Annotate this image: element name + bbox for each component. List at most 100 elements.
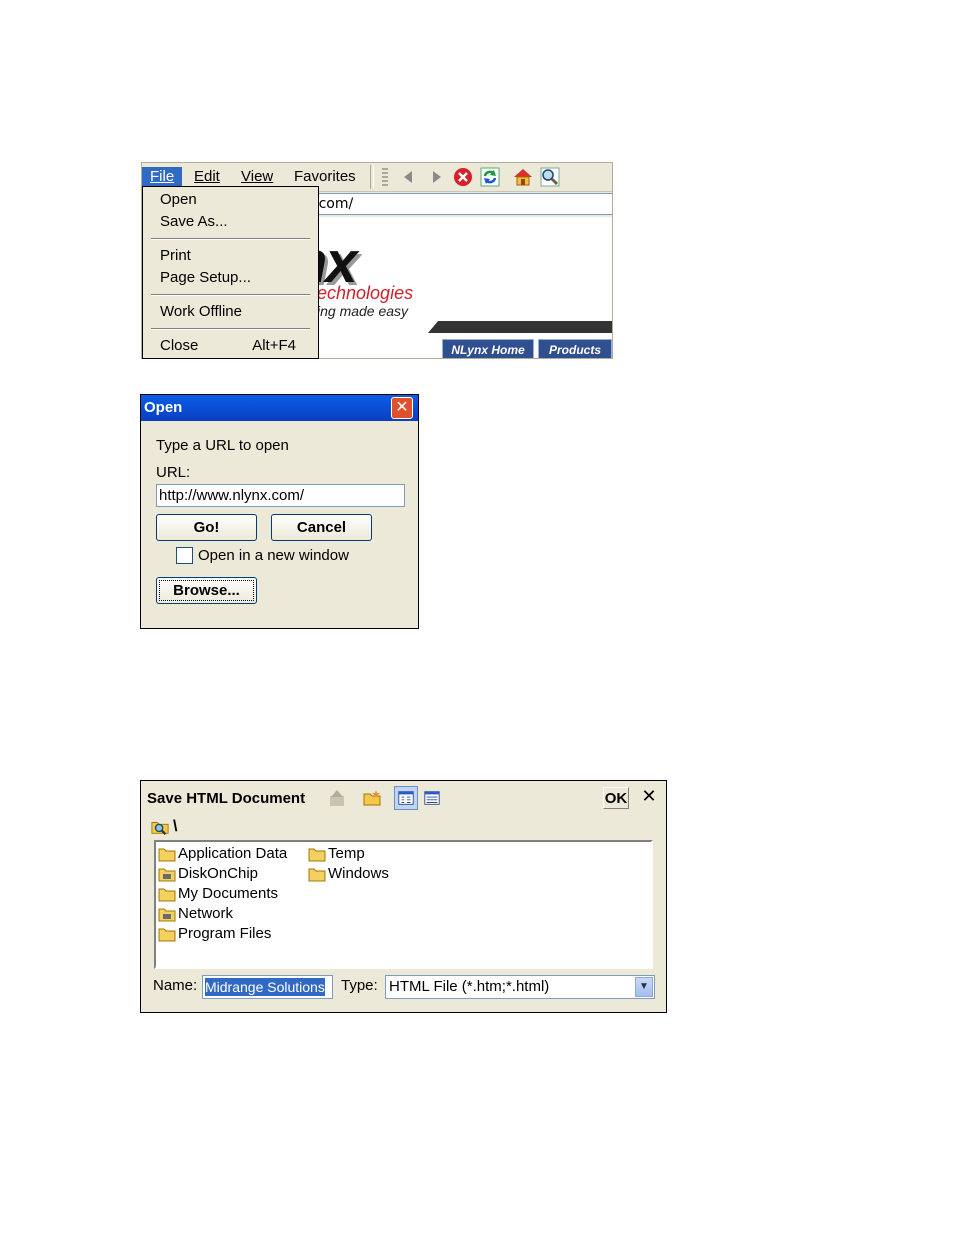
- file-menu-close-label: Close: [160, 337, 199, 354]
- back-icon: [404, 171, 412, 183]
- list-item-label: My Documents: [178, 885, 279, 902]
- file-menu-page-setup[interactable]: Page Setup...: [160, 268, 310, 288]
- ok-button[interactable]: OK: [603, 787, 629, 809]
- file-menu-close-shortcut: Alt+F4: [252, 337, 296, 354]
- name-input-value: Midrange Solutions: [205, 978, 325, 996]
- list-item-label: DiskOnChip: [178, 865, 259, 882]
- site-logo-tagline: ing made easy: [317, 303, 409, 319]
- close-icon: ✕: [641, 786, 657, 807]
- menu-favorites-label: Favorites: [294, 168, 356, 185]
- save-dialog-title: Save HTML Document: [147, 790, 306, 807]
- new-folder-icon: [363, 790, 381, 806]
- file-menu-open[interactable]: Open: [160, 190, 310, 210]
- list-item-label: Temp: [328, 845, 365, 862]
- explore-folder-icon: [151, 822, 169, 835]
- cancel-button[interactable]: Cancel: [271, 514, 372, 541]
- menu-favorites[interactable]: Favorites: [286, 167, 364, 187]
- type-label: Type:: [341, 977, 378, 994]
- list-item[interactable]: Program Files: [158, 924, 271, 944]
- file-menu-print-label: Print: [160, 247, 191, 264]
- site-logo-subtitle: echnologies: [317, 283, 414, 303]
- list-item[interactable]: Windows: [308, 864, 389, 884]
- menu-edit-label: Edit: [194, 168, 220, 185]
- file-menu-save-as[interactable]: Save As...: [160, 212, 310, 232]
- list-item[interactable]: DiskOnChip: [158, 864, 258, 884]
- file-menu-save-as-label: Save As...: [160, 213, 228, 230]
- open-dialog-title: Open: [144, 399, 183, 416]
- site-banner-swoosh: [428, 321, 612, 333]
- file-menu-open-label: Open: [160, 191, 197, 208]
- file-list[interactable]: Application Data DiskOnChip My Documents…: [154, 840, 653, 969]
- storage-folder-icon: [158, 868, 176, 882]
- forward-icon: [433, 171, 441, 183]
- name-input[interactable]: Midrange Solutions: [202, 975, 333, 999]
- list-item[interactable]: Network: [158, 904, 233, 924]
- stop-icon: [454, 168, 472, 186]
- list-view-button[interactable]: [394, 786, 418, 810]
- open-dialog-prompt: Type a URL to open: [156, 437, 289, 454]
- list-item[interactable]: Application Data: [158, 844, 287, 864]
- up-folder-icon: [330, 790, 344, 806]
- refresh-button[interactable]: [479, 166, 501, 188]
- open-dialog-titlebar[interactable]: Open ✕: [141, 395, 418, 421]
- folder-icon: [308, 868, 326, 882]
- list-item-label: Program Files: [178, 925, 272, 942]
- address-bar[interactable]: nx.com/: [292, 193, 612, 215]
- open-dialog-close-button[interactable]: ✕: [391, 397, 413, 419]
- back-button[interactable]: [398, 166, 420, 188]
- menu-file-label: File: [150, 168, 175, 185]
- menu-view[interactable]: View: [233, 167, 281, 187]
- go-button[interactable]: Go!: [156, 514, 257, 541]
- stop-button[interactable]: [452, 166, 474, 188]
- list-item-label: Windows: [328, 865, 389, 882]
- file-menu-close[interactable]: Close Alt+F4: [160, 336, 310, 356]
- new-window-checkbox[interactable]: [176, 547, 193, 564]
- open-dialog: Open ✕ Type a URL to open URL: http://ww…: [140, 394, 419, 629]
- folder-icon: [158, 848, 176, 862]
- folder-icon: [158, 928, 176, 942]
- search-button[interactable]: [539, 166, 561, 188]
- folder-icon: [158, 888, 176, 902]
- type-select[interactable]: HTML File (*.htm;*.html) ▼: [385, 975, 655, 999]
- type-select-value: HTML File (*.htm;*.html): [389, 978, 550, 995]
- site-tab-products[interactable]: Products: [538, 339, 612, 358]
- save-dialog-close-button[interactable]: ✕: [637, 787, 661, 809]
- file-menu-work-offline-label: Work Offline: [160, 303, 242, 320]
- menu-divider: [370, 165, 374, 189]
- file-menu-dropdown: Open Save As... Print Page Setup... Work…: [142, 186, 319, 359]
- home-button[interactable]: [512, 166, 534, 188]
- menu-file[interactable]: File: [142, 167, 183, 187]
- list-item-label: Application Data: [178, 845, 288, 862]
- menu-separator: [151, 294, 310, 296]
- browse-button[interactable]: Browse...: [156, 577, 257, 604]
- toolbar-grip[interactable]: [382, 168, 388, 186]
- menu-edit[interactable]: Edit: [186, 167, 228, 187]
- folder-icon: [308, 848, 326, 862]
- refresh-icon: [480, 167, 500, 187]
- menu-separator: [151, 238, 310, 240]
- name-label: Name:: [153, 977, 198, 994]
- file-menu-print[interactable]: Print: [160, 246, 310, 266]
- list-item[interactable]: Temp: [308, 844, 365, 864]
- url-input[interactable]: http://www.nlynx.com/: [156, 484, 405, 507]
- search-icon: [540, 167, 560, 187]
- forward-button[interactable]: [425, 166, 447, 188]
- site-tab-nlynx-home[interactable]: NLynx Home: [442, 339, 534, 358]
- chevron-down-icon[interactable]: ▼: [635, 977, 653, 997]
- new-folder-button[interactable]: [360, 786, 384, 810]
- up-folder-button[interactable]: [325, 786, 349, 810]
- save-dialog: Save HTML Document OK ✕ \ Application Da…: [140, 780, 667, 1013]
- storage-folder-icon: [158, 908, 176, 922]
- details-view-button[interactable]: [420, 786, 444, 810]
- new-window-label: Open in a new window: [198, 547, 349, 564]
- close-icon: ✕: [395, 397, 409, 416]
- home-icon: [514, 169, 532, 186]
- list-view-icon: [398, 791, 414, 805]
- list-item[interactable]: My Documents: [158, 884, 278, 904]
- list-item-label: Network: [178, 905, 234, 922]
- file-menu-page-setup-label: Page Setup...: [160, 269, 251, 286]
- file-menu-work-offline[interactable]: Work Offline: [160, 302, 310, 322]
- current-path: \: [151, 817, 177, 837]
- details-view-icon: [424, 791, 440, 805]
- url-label: URL:: [156, 464, 191, 481]
